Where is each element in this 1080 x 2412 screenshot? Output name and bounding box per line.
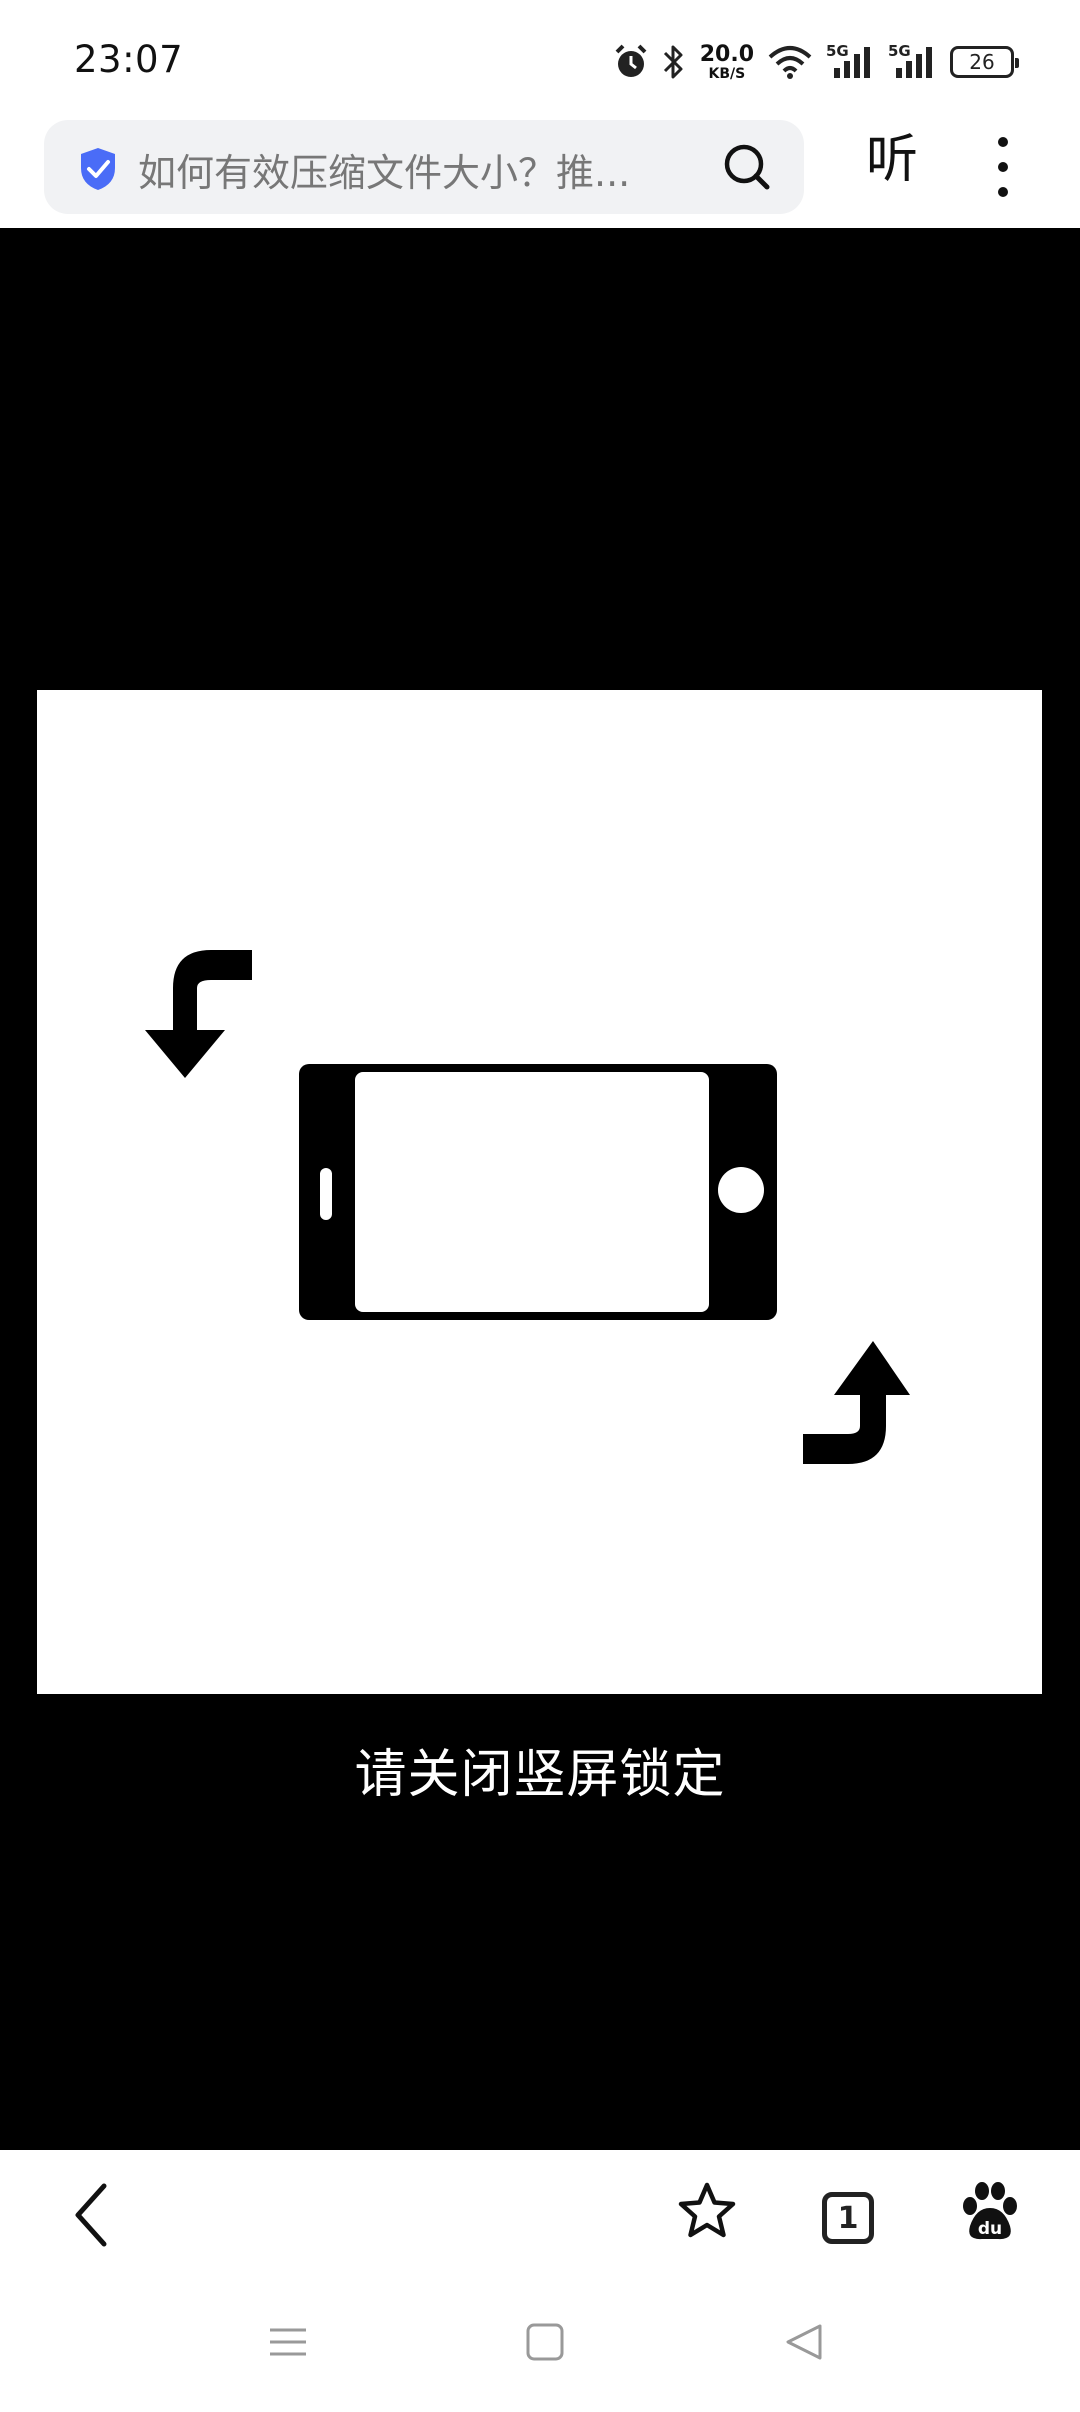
wifi-icon [768,46,812,79]
shield-check-icon [81,148,115,190]
rotate-illustration-card [37,690,1042,1694]
back-chevron-icon[interactable] [70,2180,114,2250]
address-text[interactable]: 如何有效压缩文件大小？推... [138,142,718,197]
menu-icon[interactable] [268,2322,308,2362]
home-square-icon[interactable] [526,2322,564,2362]
video-area[interactable]: 请关闭竖屏锁定 [0,228,1080,2150]
bluetooth-icon [663,45,683,79]
net-speed-unit: KB/S [708,65,746,82]
back-triangle-icon[interactable] [784,2322,824,2362]
search-icon[interactable] [722,142,772,192]
baidu-paw-icon[interactable]: du [960,2180,1020,2242]
net-speed-value: 20.0 [699,41,754,67]
more-vertical-icon[interactable] [988,132,1018,202]
system-nav-bar [0,2282,1080,2412]
net-speed: 20.0 KB/S [699,41,754,82]
phone-landscape-icon [299,1064,777,1320]
rotate-message: 请关闭竖屏锁定 [354,1745,726,1805]
status-bar: 23:07 20.0 KB/S 5G 5G 26 [0,0,1080,118]
browser-toolbar: 如何有效压缩文件大小？推... 听 [0,118,1080,228]
listen-button[interactable]: 听 [866,134,918,186]
rotate-phone-icon [145,950,910,1464]
status-icons: 20.0 KB/S 5G 5G 26 [614,34,1019,90]
browser-bottom-nav: 1 du [0,2150,1080,2282]
svg-text:du: du [978,2219,1002,2239]
address-bar[interactable]: 如何有效压缩文件大小？推... [44,120,804,214]
tabs-button[interactable]: 1 [822,2192,874,2244]
rotate-arrow-top-icon [145,950,252,1078]
rotate-arrow-bottom-icon [803,1341,910,1464]
battery-level: 26 [969,50,995,74]
signal-5g-icon-2: 5G [888,42,936,82]
battery-icon: 26 [950,46,1019,78]
alarm-icon [615,44,647,77]
star-icon[interactable] [676,2180,738,2242]
status-time: 23:07 [74,38,184,81]
signal-5g-icon: 5G [826,42,874,82]
